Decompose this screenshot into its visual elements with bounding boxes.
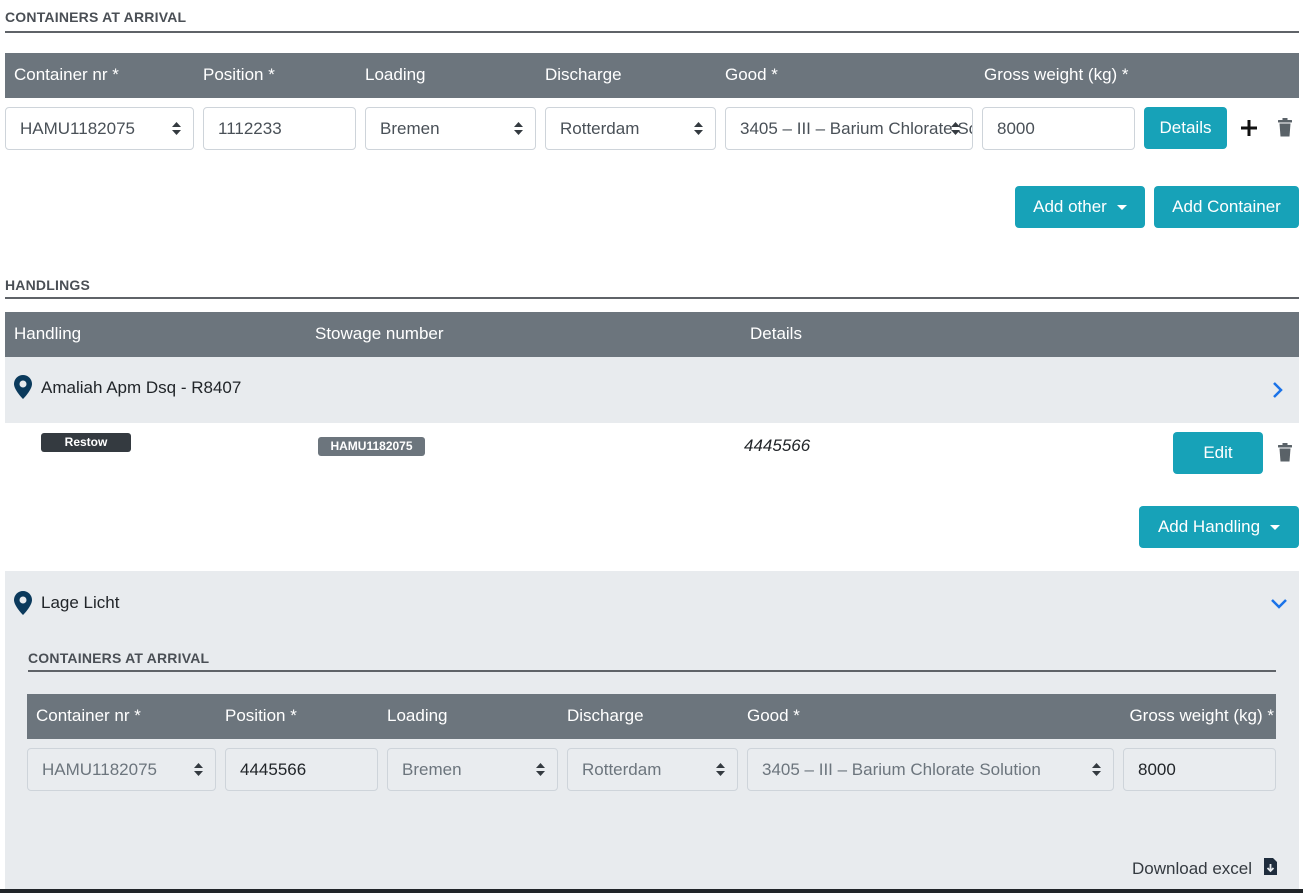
section-divider bbox=[28, 670, 1276, 672]
loading-select: Bremen bbox=[387, 748, 558, 791]
header-position: Position * bbox=[203, 65, 275, 84]
section-divider bbox=[5, 297, 1299, 299]
containers-section-title: CONTAINERS AT ARRIVAL bbox=[5, 9, 187, 25]
details-button[interactable]: Details bbox=[1144, 107, 1227, 149]
stowage-number-badge: HAMU1182075 bbox=[318, 437, 425, 456]
position-value: 1112233 bbox=[218, 119, 282, 138]
header-discharge: Discharge bbox=[545, 65, 622, 84]
position-value: 4445566 bbox=[240, 760, 307, 779]
handling-type-badge: Restow bbox=[41, 433, 131, 452]
handlings-section-title: HANDLINGS bbox=[5, 277, 91, 293]
gross-weight-value: 8000 bbox=[997, 119, 1035, 138]
add-handling-label: Add Handling bbox=[1157, 517, 1261, 536]
plus-icon[interactable] bbox=[1240, 119, 1258, 137]
gross-weight-value: 8000 bbox=[1138, 760, 1176, 779]
loading-value: Bremen bbox=[380, 119, 440, 138]
gross-weight-input[interactable]: 8000 bbox=[982, 107, 1135, 150]
discharge-value: Rotterdam bbox=[560, 119, 640, 138]
location-row-amaliah[interactable]: Amaliah Apm Dsq - R8407 bbox=[5, 357, 1299, 423]
sort-caret-icon bbox=[514, 108, 523, 149]
trash-icon[interactable] bbox=[1277, 443, 1293, 462]
container-nr-select: HAMU1182075 bbox=[27, 748, 216, 791]
header-stowage-number: Stowage number bbox=[315, 324, 444, 343]
add-other-button[interactable]: Add other bbox=[1015, 186, 1145, 228]
add-other-label: Add other bbox=[1033, 197, 1107, 216]
sort-caret-icon bbox=[172, 108, 181, 149]
chevron-right-icon[interactable] bbox=[1272, 381, 1284, 399]
gross-weight-input: 8000 bbox=[1123, 748, 1276, 791]
dropdown-caret-icon bbox=[1116, 205, 1127, 211]
container-nr-value: HAMU1182075 bbox=[42, 760, 157, 779]
header-position: Position * bbox=[225, 706, 297, 725]
trash-icon[interactable] bbox=[1277, 118, 1293, 137]
good-select: 3405 – III – Barium Chlorate Solution bbox=[747, 748, 1114, 791]
nested-containers-section-title: CONTAINERS AT ARRIVAL bbox=[28, 650, 210, 666]
file-download-icon[interactable] bbox=[1264, 858, 1277, 875]
loading-value: Bremen bbox=[402, 760, 462, 779]
position-input: 4445566 bbox=[225, 748, 378, 791]
header-details: Details bbox=[750, 324, 802, 343]
header-good: Good * bbox=[747, 706, 800, 725]
chevron-down-icon[interactable] bbox=[1270, 598, 1288, 610]
sort-caret-icon bbox=[194, 749, 203, 790]
sort-caret-icon bbox=[694, 108, 703, 149]
map-pin-icon bbox=[14, 375, 32, 399]
page-bottom-border bbox=[0, 889, 1303, 893]
edit-button[interactable]: Edit bbox=[1173, 432, 1263, 474]
loading-select[interactable]: Bremen bbox=[365, 107, 536, 150]
nested-containers-table-header: Container nr * Position * Loading Discha… bbox=[27, 694, 1276, 739]
containers-table-header: Container nr * Position * Loading Discha… bbox=[5, 53, 1299, 98]
section-divider bbox=[5, 31, 1299, 33]
download-excel-label: Download excel bbox=[1132, 859, 1253, 878]
sort-caret-icon bbox=[951, 108, 960, 149]
header-gross-weight: Gross weight (kg) * bbox=[1129, 706, 1274, 725]
add-container-button[interactable]: Add Container bbox=[1154, 186, 1299, 228]
handlings-table-header: Handling Stowage number Details bbox=[5, 312, 1299, 357]
header-good: Good * bbox=[725, 65, 778, 84]
handling-details-value: 4445566 bbox=[744, 436, 811, 455]
sort-caret-icon bbox=[716, 749, 725, 790]
header-loading: Loading bbox=[387, 706, 448, 725]
dropdown-caret-icon bbox=[1270, 525, 1281, 531]
good-value: 3405 – III – Barium Chlorate Solution bbox=[740, 119, 972, 138]
discharge-value: Rotterdam bbox=[582, 760, 662, 779]
location-name[interactable]: Lage Licht bbox=[41, 593, 119, 613]
header-gross-weight: Gross weight (kg) * bbox=[984, 65, 1129, 84]
header-container-nr: Container nr * bbox=[14, 65, 119, 84]
good-value: 3405 – III – Barium Chlorate Solution bbox=[762, 760, 1041, 779]
add-handling-button[interactable]: Add Handling bbox=[1139, 506, 1299, 548]
good-select[interactable]: 3405 – III – Barium Chlorate Solution bbox=[725, 107, 973, 150]
sort-caret-icon bbox=[536, 749, 545, 790]
map-pin-icon bbox=[14, 591, 32, 615]
container-nr-select[interactable]: HAMU1182075 bbox=[5, 107, 194, 150]
sort-caret-icon bbox=[1092, 749, 1101, 790]
discharge-select[interactable]: Rotterdam bbox=[545, 107, 716, 150]
header-container-nr: Container nr * bbox=[36, 706, 141, 725]
discharge-select: Rotterdam bbox=[567, 748, 738, 791]
position-input[interactable]: 1112233 bbox=[203, 107, 356, 150]
location-name: Amaliah Apm Dsq - R8407 bbox=[41, 378, 242, 397]
header-discharge: Discharge bbox=[567, 706, 644, 725]
container-nr-value: HAMU1182075 bbox=[20, 119, 135, 138]
location-panel-lage-licht: Lage Licht CONTAINERS AT ARRIVAL Contain… bbox=[5, 571, 1299, 889]
download-excel-link[interactable]: Download excel bbox=[1132, 859, 1252, 879]
header-handling: Handling bbox=[14, 324, 82, 343]
header-loading: Loading bbox=[365, 65, 426, 84]
